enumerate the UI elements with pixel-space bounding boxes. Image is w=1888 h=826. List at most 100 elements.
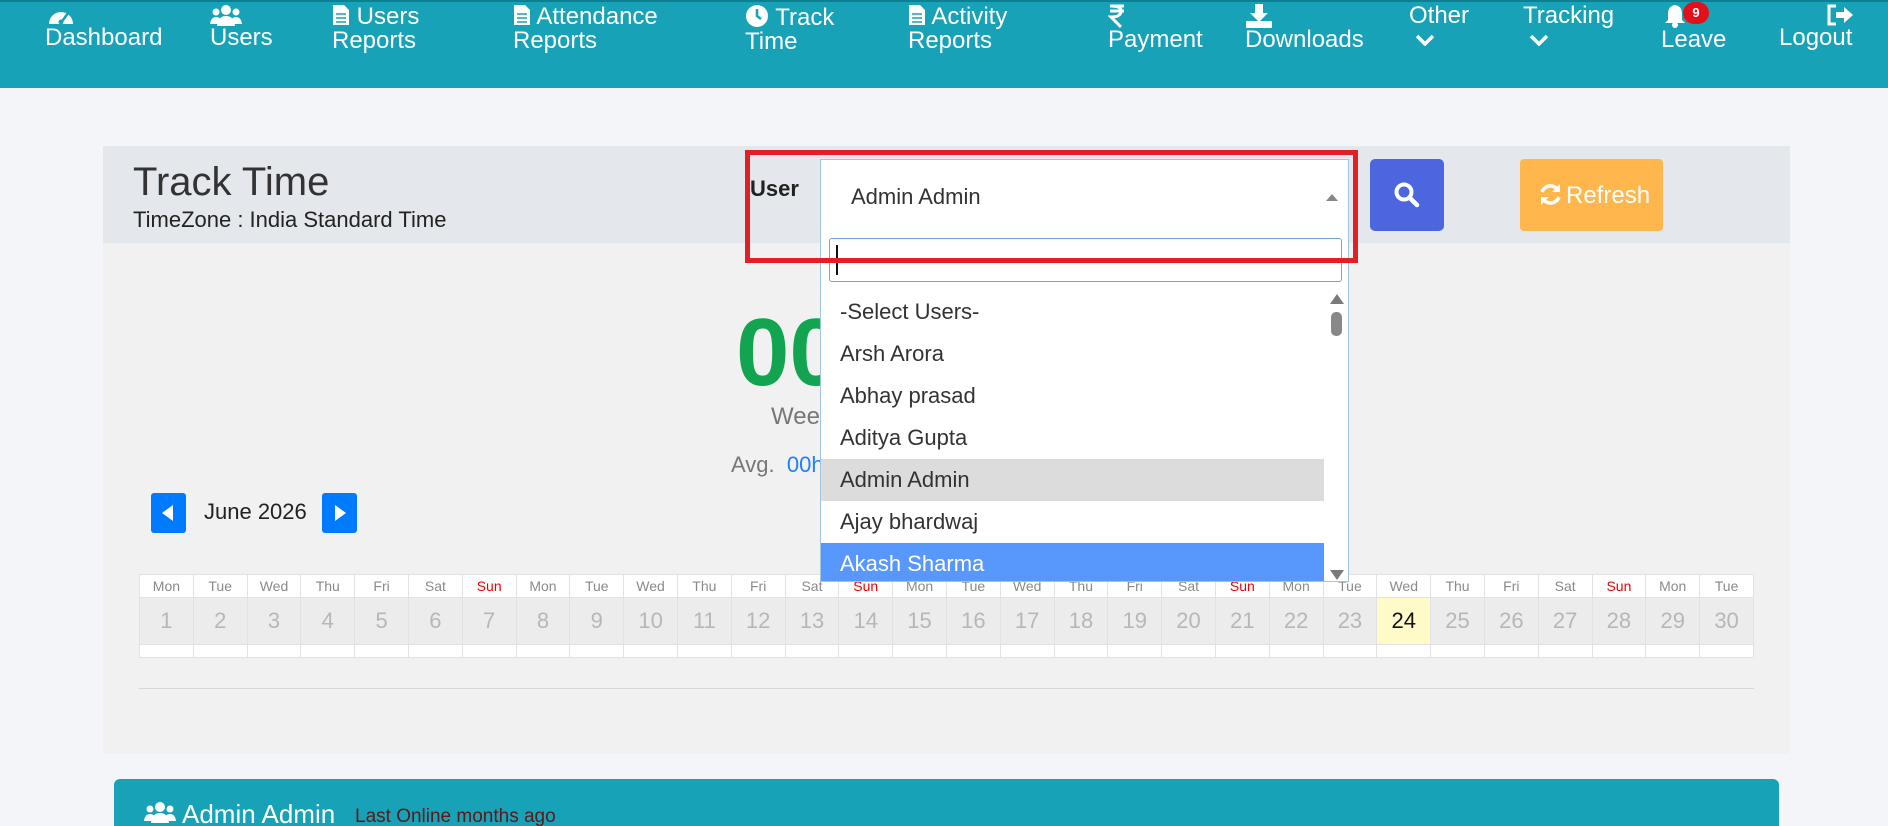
calendar-date[interactable]: 15 — [892, 597, 947, 645]
calendar-date[interactable]: 3 — [246, 597, 302, 645]
next-month-button[interactable] — [322, 493, 357, 533]
calendar-cell — [1699, 644, 1754, 658]
calendar-date[interactable]: 11 — [676, 597, 732, 645]
nav-activity-line2: Reports — [908, 27, 993, 54]
calendar-date[interactable]: 2 — [192, 597, 248, 645]
calendar-date[interactable]: 26 — [1483, 597, 1539, 645]
calendar-cell — [1107, 644, 1163, 658]
average-time: Avg. 00h — [731, 452, 824, 478]
nav-attendance-reports[interactable]: Attendance Reports — [513, 4, 658, 53]
calendar-cell — [139, 644, 194, 658]
dropdown-option[interactable]: Abhay prasad — [821, 375, 1324, 417]
nav-downloads[interactable]: Downloads — [1245, 4, 1364, 52]
nav-other[interactable]: Other — [1409, 4, 1469, 46]
day-name: Mon — [515, 574, 571, 598]
day-name: Wed — [1376, 574, 1432, 598]
calendar-date[interactable]: 5 — [354, 597, 409, 645]
clock-icon — [746, 5, 768, 27]
nav-users-label: Users — [210, 24, 273, 51]
calendar-date[interactable]: 7 — [461, 597, 517, 645]
calendar-cell — [676, 644, 732, 658]
highlight-box — [745, 150, 1358, 263]
calendar-date[interactable]: 19 — [1107, 597, 1163, 645]
scroll-down-icon[interactable] — [1330, 570, 1344, 580]
day-name: Wed — [623, 574, 678, 598]
calendar-date[interactable]: 8 — [515, 597, 571, 645]
day-name: Sun — [1591, 574, 1647, 598]
search-button[interactable] — [1370, 159, 1444, 231]
calendar-cell — [1053, 644, 1109, 658]
refresh-icon — [1540, 184, 1561, 205]
calendar-date[interactable]: 27 — [1537, 597, 1593, 645]
dropdown-scrollbar[interactable] — [1328, 294, 1346, 580]
calendar-date[interactable]: 12 — [730, 597, 786, 645]
scroll-thumb[interactable] — [1331, 312, 1342, 336]
calendar-cell — [569, 644, 625, 658]
file-icon — [333, 5, 349, 25]
top-navbar: Dashboard Users Users Reports Attendance… — [0, 0, 1888, 88]
calendar-date[interactable]: 29 — [1645, 597, 1701, 645]
caret-right-icon — [335, 505, 346, 521]
user-card-name: Admin Admin — [182, 799, 336, 826]
calendar-date[interactable]: 10 — [623, 597, 678, 645]
nav-track-time[interactable]: Track Time — [745, 4, 834, 54]
leave-badge: 9 — [1683, 2, 1709, 24]
nav-dashboard-label: Dashboard — [45, 24, 163, 51]
calendar-cell — [1483, 644, 1539, 658]
calendar-date[interactable]: 14 — [838, 597, 894, 645]
calendar-date[interactable]: 13 — [784, 597, 840, 645]
calendar-date[interactable]: 21 — [1214, 597, 1270, 645]
calendar-cell — [945, 644, 1001, 658]
nav-payment[interactable]: Payment — [1108, 4, 1203, 52]
nav-attendance-line1: Attendance — [536, 3, 658, 30]
calendar-date[interactable]: 17 — [999, 597, 1055, 645]
calendar-date[interactable]: 9 — [569, 597, 625, 645]
calendar-date[interactable]: 30 — [1699, 597, 1754, 645]
calendar-cell — [838, 644, 894, 658]
dropdown-options: -Select Users- Arsh Arora Abhay prasad Adit… — [821, 291, 1324, 581]
calendar-date[interactable]: 20 — [1161, 597, 1216, 645]
dropdown-option[interactable]: Aditya Gupta — [821, 417, 1324, 459]
dropdown-option[interactable]: Akash Sharma — [821, 543, 1324, 581]
calendar-date[interactable]: 18 — [1053, 597, 1109, 645]
day-name: Sat — [407, 574, 463, 598]
day-name: Thu — [676, 574, 732, 598]
nav-activity-reports[interactable]: Activity Reports — [908, 4, 1007, 53]
calendar-date[interactable]: 24 — [1376, 597, 1432, 645]
prev-month-button[interactable] — [151, 493, 186, 533]
calendar-date[interactable]: 23 — [1322, 597, 1378, 645]
calendar-cell — [784, 644, 840, 658]
dropdown-option[interactable]: Admin Admin — [821, 459, 1324, 501]
user-card-header: Admin Admin Last Online months ago — [114, 779, 1779, 826]
calendar-cell — [300, 644, 356, 658]
nav-users-reports-line2: Reports — [332, 27, 417, 54]
calendar-cell — [1161, 644, 1216, 658]
calendar-date[interactable]: 1 — [139, 597, 194, 645]
calendar-date[interactable]: 6 — [407, 597, 463, 645]
nav-logout[interactable]: Logout — [1779, 4, 1854, 50]
nav-tracking[interactable]: Tracking — [1523, 4, 1614, 46]
nav-dashboard[interactable]: Dashboard — [45, 4, 162, 50]
nav-users-reports[interactable]: Users Reports — [332, 4, 419, 53]
day-name: Wed — [246, 574, 302, 598]
user-dropdown: -Select Users- Arsh Arora Abhay prasad Adit… — [820, 232, 1349, 582]
calendar-date[interactable]: 16 — [945, 597, 1001, 645]
calendar-date[interactable]: 28 — [1591, 597, 1647, 645]
dropdown-option[interactable]: Ajay bhardwaj — [821, 501, 1324, 543]
month-label: June 2026 — [204, 499, 307, 524]
nav-users[interactable]: Users — [210, 4, 273, 50]
nav-leave[interactable]: 9 Leave — [1661, 2, 1726, 52]
day-name: Fri — [730, 574, 786, 598]
scroll-up-icon[interactable] — [1330, 294, 1344, 304]
dropdown-option[interactable]: -Select Users- — [821, 291, 1324, 333]
calendar-cell — [461, 644, 517, 658]
calendar-date[interactable]: 22 — [1268, 597, 1324, 645]
day-name: Tue — [569, 574, 625, 598]
calendar-date[interactable]: 4 — [300, 597, 356, 645]
nav-track-line2: Time — [745, 28, 798, 55]
calendar-date[interactable]: 25 — [1430, 597, 1485, 645]
calendar-cell — [623, 644, 678, 658]
refresh-button[interactable]: Refresh — [1520, 159, 1663, 231]
avg-label: Avg. — [731, 452, 775, 477]
dropdown-option[interactable]: Arsh Arora — [821, 333, 1324, 375]
